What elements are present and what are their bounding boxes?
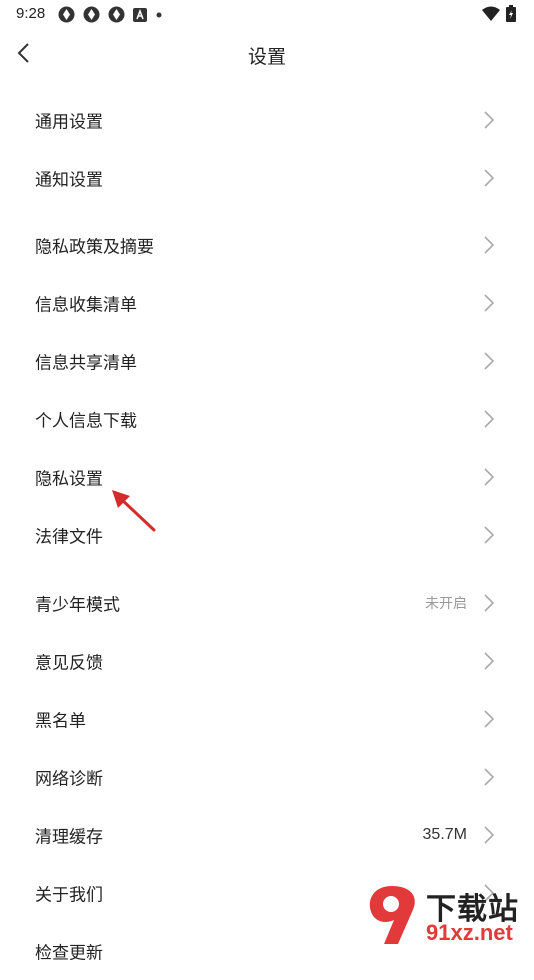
status-time: 9:28 <box>16 5 45 22</box>
app-icon <box>83 6 100 23</box>
chevron-right-icon <box>482 169 496 187</box>
settings-row-blacklist[interactable]: 黑名单 <box>0 690 534 748</box>
row-label: 清理缓存 <box>35 823 103 848</box>
chevron-right-icon <box>482 768 496 786</box>
page-title: 设置 <box>0 42 534 69</box>
settings-row-personal-info-download[interactable]: 个人信息下载 <box>0 390 534 448</box>
row-label: 青少年模式 <box>35 591 120 616</box>
chevron-right-icon <box>482 294 496 312</box>
row-label: 关于我们 <box>35 881 103 906</box>
settings-row-info-sharing[interactable]: 信息共享清单 <box>0 332 534 390</box>
row-label: 个人信息下载 <box>35 407 137 432</box>
chevron-right-icon <box>482 710 496 728</box>
chevron-right-icon <box>482 526 496 544</box>
chevron-right-icon <box>482 236 496 254</box>
app-header: 设置 <box>0 28 534 80</box>
row-label: 信息共享清单 <box>35 349 137 374</box>
chevron-right-icon <box>482 652 496 670</box>
settings-row-network-diagnosis[interactable]: 网络诊断 <box>0 748 534 806</box>
watermark: 下载站 91xz.net <box>356 882 534 950</box>
watermark-logo-icon <box>362 882 424 948</box>
row-label: 网络诊断 <box>35 765 103 790</box>
app-icon <box>58 6 75 23</box>
chevron-right-icon <box>482 468 496 486</box>
red-arrow-icon <box>108 488 160 536</box>
settings-row-notification[interactable]: 通知设置 <box>0 149 534 207</box>
wifi-icon <box>482 6 500 22</box>
row-label: 意见反馈 <box>35 649 103 674</box>
settings-row-general[interactable]: 通用设置 <box>0 91 534 149</box>
row-label: 检查更新 <box>35 939 103 964</box>
status-bar: 9:28 <box>0 0 534 28</box>
status-right <box>482 5 516 22</box>
row-label: 信息收集清单 <box>35 291 137 316</box>
row-label: 黑名单 <box>35 707 86 732</box>
chevron-right-icon <box>482 594 496 612</box>
app-icon <box>108 6 125 23</box>
chevron-right-icon <box>482 410 496 428</box>
dot-icon <box>155 11 163 19</box>
row-value: 未开启 <box>425 593 467 613</box>
row-label: 通用设置 <box>35 108 103 133</box>
chevron-right-icon <box>482 352 496 370</box>
battery-icon <box>506 5 516 22</box>
settings-row-privacy-settings[interactable]: 隐私设置 <box>0 448 534 506</box>
settings-row-privacy-policy[interactable]: 隐私政策及摘要 <box>0 216 534 274</box>
settings-row-youth-mode[interactable]: 青少年模式 未开启 <box>0 574 534 632</box>
chevron-right-icon <box>482 826 496 844</box>
settings-row-clear-cache[interactable]: 清理缓存 35.7M <box>0 806 534 864</box>
row-label: 隐私政策及摘要 <box>35 233 154 258</box>
settings-row-feedback[interactable]: 意见反馈 <box>0 632 534 690</box>
status-icons <box>58 6 163 23</box>
watermark-domain: 91xz.net <box>426 920 513 946</box>
settings-row-legal[interactable]: 法律文件 <box>0 506 534 564</box>
chevron-right-icon <box>482 111 496 129</box>
row-label: 法律文件 <box>35 523 103 548</box>
settings-row-info-collection[interactable]: 信息收集清单 <box>0 274 534 332</box>
a-icon <box>133 8 147 22</box>
row-label: 通知设置 <box>35 166 103 191</box>
row-label: 隐私设置 <box>35 465 103 490</box>
cache-size-value: 35.7M <box>423 826 467 844</box>
